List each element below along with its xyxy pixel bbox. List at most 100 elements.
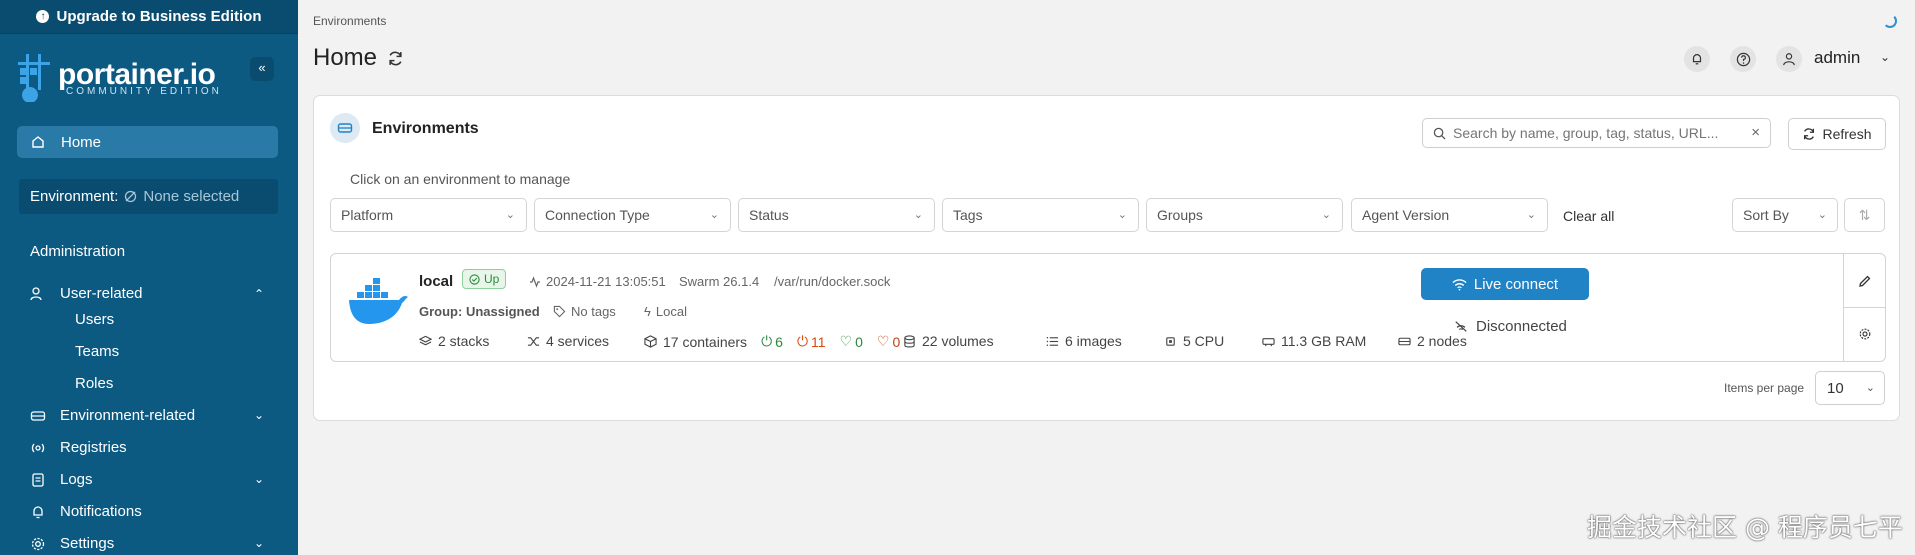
close-icon[interactable]: × [1751,124,1760,141]
items-per-page-select[interactable]: 10 ⌄ [1815,371,1885,405]
upgrade-banner[interactable]: ↑ Upgrade to Business Edition [0,0,298,34]
sidebar-item-registries[interactable]: Registries [30,439,127,456]
radio-icon [31,443,45,452]
sidebar-item-notifications[interactable]: Notifications [30,503,142,520]
sidebar-item-roles[interactable]: Roles [75,375,113,392]
user-menu-button[interactable] [1776,46,1802,72]
heart-broken-icon: ♡ [876,333,890,349]
bell-icon [33,505,43,518]
logo-subtitle: COMMUNITY EDITION [66,86,222,97]
ram-text: 11.3 GB RAM [1281,333,1367,349]
sidebar-item-environment-related[interactable]: Environment-related [30,407,195,424]
user-name[interactable]: admin [1814,48,1860,68]
chevron-down-icon: ⌄ [1817,209,1827,221]
filter-tags[interactable]: Tags ⌄ [942,198,1139,232]
user-icon [1783,53,1795,66]
users-icon [30,286,42,300]
filter-connection-type[interactable]: Connection Type ⌄ [534,198,731,232]
filter-label: Agent Version [1362,207,1450,223]
containers-stat: 17 containers ⏻ 6 ⏻ 11 ♡ 0 ♡ 0 [644,333,900,350]
services-text: 4 services [546,333,610,349]
heart-icon: ♡ [839,333,853,349]
search-input[interactable] [1453,125,1743,141]
activity-icon [530,275,540,288]
sidebar-item-teams[interactable]: Teams [75,343,119,360]
timestamp-text: 2024-11-21 13:05:51 [546,274,666,289]
live-connect-button[interactable]: Live connect [1421,268,1589,300]
containers-text: 17 containers [663,333,748,350]
chevron-up-icon[interactable]: ⌃ [254,287,264,301]
filter-groups[interactable]: Groups ⌄ [1146,198,1343,232]
notifications-button[interactable] [1684,46,1710,72]
chevron-down-icon[interactable]: ⌄ [1880,50,1890,64]
memory-icon [1262,337,1275,346]
sort-by-label: Sort By [1743,207,1789,223]
chevron-down-icon[interactable]: ⌄ [254,408,264,422]
environment-selector[interactable]: Environment: None selected [19,179,278,214]
type-info: ϟ Local [644,304,687,319]
sidebar-item-logs[interactable]: Logs [30,471,93,488]
refresh-label: Refresh [1822,126,1872,142]
zap-icon: ϟ [644,304,651,319]
environment-card[interactable]: local Up 2024-11-21 13:05:51 Swarm 26.1.… [330,253,1886,362]
chevron-down-icon[interactable]: ⌄ [254,472,264,486]
filter-agent-version[interactable]: Agent Version ⌄ [1351,198,1548,232]
sidebar-item-users[interactable]: Users [75,311,114,328]
search-box[interactable]: × [1422,118,1771,148]
chevron-down-icon[interactable]: ⌄ [254,536,264,550]
sidebar-item-label: Logs [60,471,93,488]
sort-direction-button[interactable]: ⇅ [1844,198,1885,232]
wifi-off-icon [1455,321,1467,332]
items-per-page-label: Items per page [1724,381,1805,395]
portainer-logo-icon [18,54,50,102]
items-per-page-value: 10 [1827,379,1844,397]
help-button[interactable] [1730,46,1756,72]
environment-name[interactable]: local [419,273,453,290]
filter-platform[interactable]: Platform ⌄ [330,198,527,232]
sidebar-item-label: Home [61,133,102,151]
stacks-text: 2 stacks [438,333,490,349]
unhealthy-value: 0 [892,333,901,350]
environment-settings-button[interactable] [1844,307,1885,360]
images-stat: 6 images [1046,333,1122,349]
pencil-icon [1858,275,1870,287]
watermark: 掘金技术社区 @ 程序员七平 [1587,513,1903,542]
refresh-icon[interactable] [387,50,404,67]
connection-status: Disconnected [1454,318,1567,335]
stacks-stat: 2 stacks [419,333,489,349]
cpu-stat: 5 CPU [1164,333,1224,349]
running-count: ⏻ 6 [761,333,783,350]
gear-icon [31,537,45,550]
sidebar-item-user-related[interactable]: User-related [30,285,143,302]
sidebar: ↑ Upgrade to Business Edition portainer.… [0,0,298,555]
tags-info: No tags [553,304,616,319]
collapse-sidebar-button[interactable]: « [250,57,274,81]
gear-icon [1859,328,1870,340]
upgrade-label: Upgrade to Business Edition [56,8,262,25]
sidebar-item-settings[interactable]: Settings [30,535,114,552]
services-stat: 4 services [527,333,609,349]
type-text: Local [655,304,687,319]
sort-by-select[interactable]: Sort By ⌄ [1732,198,1838,232]
chevron-down-icon: ⌄ [1526,209,1536,221]
clear-all-button[interactable]: Clear all [1563,208,1614,224]
group-info: Group: Unassigned [419,304,540,319]
filter-status[interactable]: Status ⌄ [738,198,935,232]
volumes-stat: 22 volumes [903,333,994,349]
edit-environment-button[interactable] [1844,254,1885,307]
healthy-count: ♡ 0 [840,333,863,350]
list-icon [32,472,44,487]
filter-label: Connection Type [545,207,650,223]
sidebar-item-home[interactable]: Home [17,126,278,158]
sidebar-item-label: Settings [60,535,115,552]
environment-value: None selected [143,188,240,205]
hdd-icon [1398,337,1411,345]
hdd-icon [330,113,360,143]
box-icon [644,335,657,348]
group-label: Group: Unassigned [419,304,540,319]
refresh-button[interactable]: Refresh [1788,118,1886,150]
list-icon [1046,336,1059,346]
shuffle-icon [527,336,540,346]
layers-icon [419,335,432,345]
breadcrumb[interactable]: Environments [313,14,386,28]
